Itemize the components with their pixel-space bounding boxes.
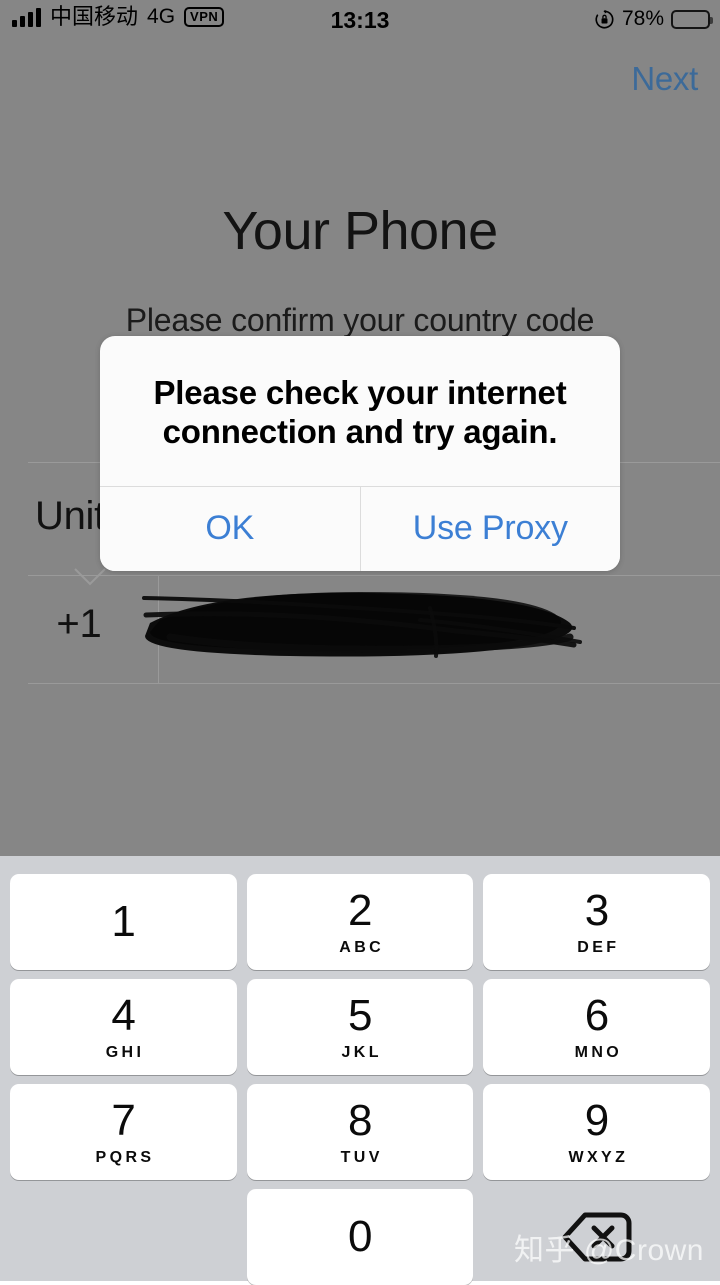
key-digit: 6 — [584, 990, 609, 1040]
page-subtitle: Please confirm your country code — [125, 302, 595, 338]
keypad-spacer-left — [10, 1189, 237, 1285]
key-7[interactable]: 7 PQRS — [10, 1084, 237, 1180]
key-digit: 4 — [111, 990, 136, 1040]
key-letters: GHI — [105, 1043, 145, 1061]
page-title: Your Phone — [222, 201, 498, 261]
status-bar: 中国移动 4G VPN 13:13 78% — [0, 0, 720, 40]
keypad-row: 1 2 ABC 3 DEF — [0, 874, 720, 970]
keypad-row: 7 PQRS 8 TUV 9 WXYZ — [0, 1084, 720, 1180]
key-5[interactable]: 5 JKL — [246, 979, 474, 1075]
use-proxy-button[interactable]: Use Proxy — [359, 486, 620, 571]
key-digit: 8 — [348, 1095, 372, 1145]
key-letters: TUV — [340, 1148, 383, 1166]
phone-screen: 中国移动 4G VPN 13:13 78% Next Your Phone Pl… — [0, 0, 720, 1285]
form-separator-bottom — [28, 683, 720, 684]
key-letters: PQRS — [95, 1148, 155, 1166]
key-letters: ABC — [339, 938, 385, 956]
battery-full-icon — [671, 9, 713, 29]
chevron-down-icon — [74, 568, 106, 586]
key-digit: 0 — [348, 1212, 372, 1261]
key-digit: 7 — [111, 1095, 136, 1145]
key-1[interactable]: 1 — [10, 874, 237, 970]
key-2[interactable]: 2 ABC — [246, 874, 474, 970]
key-6[interactable]: 6 MNO — [483, 979, 711, 1075]
key-digit: 3 — [584, 885, 609, 935]
keypad-row: 0 — [0, 1189, 720, 1285]
ok-button[interactable]: OK — [100, 486, 360, 571]
key-letters: JKL — [341, 1043, 382, 1061]
phone-number-redaction — [130, 575, 590, 675]
status-bar-right: 78% — [594, 7, 713, 31]
keypad-row: 4 GHI 5 JKL 6 MNO — [0, 979, 720, 1075]
key-9[interactable]: 9 WXYZ — [483, 1084, 711, 1180]
numeric-keypad: 1 2 ABC 3 DEF 4 GHI 5 JKL 6 MNO 7 PQRS 8… — [0, 856, 720, 1285]
next-button[interactable]: Next — [631, 60, 698, 98]
key-letters: MNO — [574, 1043, 623, 1061]
key-4[interactable]: 4 GHI — [10, 979, 237, 1075]
alert-message: Please check your internet connection an… — [153, 374, 567, 450]
key-digit: 2 — [348, 885, 372, 935]
alert-body: Please check your internet connection an… — [100, 336, 620, 486]
battery-percent-label: 78% — [621, 7, 664, 30]
alert-dialog: Please check your internet connection an… — [100, 336, 620, 571]
key-digit: 1 — [111, 897, 136, 946]
dial-code-field[interactable]: +1 — [0, 602, 158, 647]
key-letters: DEF — [577, 938, 620, 956]
key-3[interactable]: 3 DEF — [483, 874, 711, 970]
form-separator-middle — [28, 575, 720, 576]
key-letters: WXYZ — [568, 1148, 629, 1166]
dial-code-divider — [158, 576, 159, 683]
key-0[interactable]: 0 — [246, 1189, 474, 1285]
key-8[interactable]: 8 TUV — [246, 1084, 474, 1180]
rotation-lock-icon — [594, 9, 615, 30]
alert-button-row: OK Use Proxy — [100, 485, 620, 571]
key-digit: 9 — [584, 1095, 609, 1145]
key-digit: 5 — [348, 990, 372, 1040]
backspace-delete-icon[interactable] — [483, 1189, 710, 1285]
